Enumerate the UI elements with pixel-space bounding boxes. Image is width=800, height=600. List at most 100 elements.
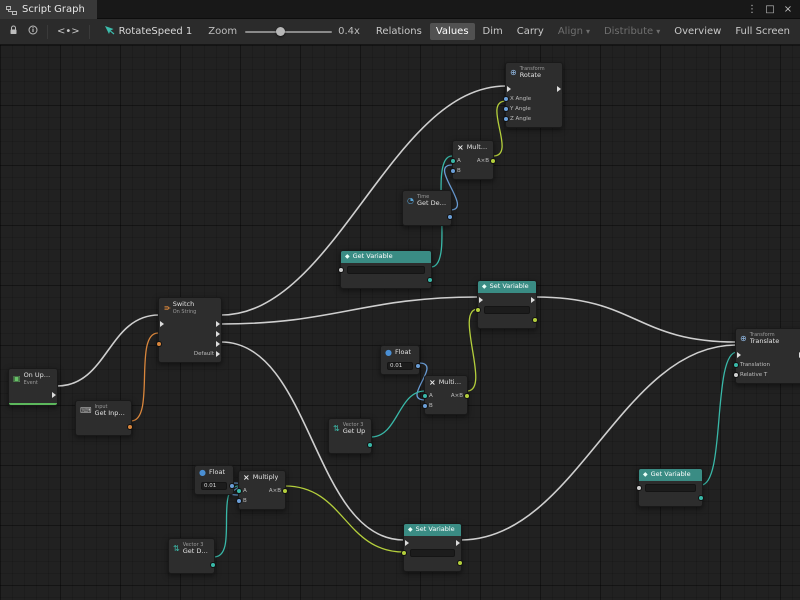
value-field[interactable] — [645, 484, 696, 492]
flow-port[interactable] — [52, 392, 56, 398]
flow-port[interactable] — [216, 341, 220, 347]
menu-icon[interactable]: ⋮ — [744, 4, 760, 15]
node-set-variable-mid[interactable]: ◆Set Variable — [477, 280, 537, 329]
lock-button[interactable] — [4, 22, 23, 41]
relations-button[interactable]: Relations — [370, 23, 428, 40]
values-button[interactable]: Values — [430, 23, 475, 40]
lime-port[interactable] — [479, 308, 481, 312]
x-angle-port[interactable]: X Angle — [507, 96, 531, 102]
a-b-port[interactable]: A×B — [477, 158, 492, 164]
zoom-slider-thumb[interactable] — [276, 27, 285, 36]
float-port[interactable] — [230, 484, 232, 488]
b-port[interactable]: B — [454, 168, 461, 174]
string-port[interactable] — [160, 342, 162, 346]
dim-button[interactable]: Dim — [477, 23, 509, 40]
port-row — [639, 493, 702, 503]
lime-port[interactable] — [405, 551, 407, 555]
node-float-mid[interactable]: ●Float0.01 — [380, 345, 420, 375]
value-field[interactable] — [484, 306, 530, 314]
y-angle-port[interactable]: Y Angle — [507, 106, 531, 112]
node-title: Translate — [750, 338, 780, 346]
flow-port[interactable] — [531, 297, 535, 303]
vector-port[interactable] — [368, 443, 370, 447]
float-port[interactable] — [416, 364, 418, 368]
value-field[interactable] — [347, 266, 425, 274]
port-label: A — [429, 393, 433, 399]
carry-button[interactable]: Carry — [511, 23, 550, 40]
node-rotate[interactable]: ⊕TransformRotateX AngleY AngleZ Angle — [505, 62, 563, 128]
node-multiply-bottom[interactable]: ×MultiplyAA×BB — [238, 470, 286, 510]
vector3-icon: ⇅ — [333, 425, 340, 433]
node-multiply-top[interactable]: ×MultiplyAA×BB — [452, 140, 494, 180]
default-port[interactable]: Default — [194, 351, 220, 357]
flow-port[interactable] — [216, 321, 220, 327]
vector-port-marker — [451, 159, 455, 163]
multiply-icon: × — [457, 144, 464, 152]
overview-button[interactable]: Overview — [668, 23, 727, 40]
a-port[interactable]: A — [454, 158, 461, 164]
flow-port[interactable] — [216, 331, 220, 337]
flow-port[interactable] — [479, 297, 483, 303]
flow-port[interactable] — [405, 540, 409, 546]
a-b-port[interactable]: A×B — [451, 393, 466, 399]
flow-port[interactable] — [737, 352, 741, 358]
monitor-icon: ▣ — [13, 375, 21, 383]
object-port-marker — [339, 268, 343, 272]
port-row — [159, 339, 221, 349]
node-translate[interactable]: ⊕TransformTranslateTranslationRelative T — [735, 328, 800, 384]
node-multiply-mid[interactable]: ×MultiplyAA×BB — [424, 375, 468, 415]
relative-t-port[interactable]: Relative T — [737, 372, 767, 378]
node-get-variable-top[interactable]: ◆Get Variable — [340, 250, 432, 289]
vector-port[interactable] — [699, 496, 701, 500]
object-port[interactable] — [640, 486, 642, 490]
lime-port[interactable] — [458, 561, 460, 565]
float-port-marker — [504, 107, 508, 111]
z-angle-port[interactable]: Z Angle — [507, 116, 531, 122]
vector-port[interactable] — [428, 278, 430, 282]
lime-port[interactable] — [533, 318, 535, 322]
align-button[interactable]: Align ▾ — [552, 23, 596, 40]
maximize-icon[interactable]: □ — [762, 4, 778, 15]
wire-vector — [701, 352, 737, 485]
full-screen-button[interactable]: Full Screen — [729, 23, 796, 40]
toolbar-separator — [89, 25, 90, 39]
port-row — [506, 84, 562, 94]
b-port[interactable]: B — [240, 498, 247, 504]
node-set-variable-bottom[interactable]: ◆Set Variable — [403, 523, 462, 572]
a-port[interactable]: A — [426, 393, 433, 399]
graph-canvas[interactable]: ⊕TransformRotateX AngleY AngleZ Angle×Mu… — [0, 45, 800, 600]
node-get-delta-time[interactable]: ◔TimeGet Delta Time — [402, 190, 452, 226]
info-button[interactable] — [23, 22, 43, 41]
value-field[interactable]: 0.01 — [201, 482, 227, 490]
graph-breadcrumb[interactable]: RotateSpeed 1 — [104, 25, 193, 38]
b-port[interactable]: B — [426, 403, 433, 409]
node-switch[interactable]: ⋔SwitchOn StringDefault — [158, 297, 222, 363]
object-port[interactable] — [342, 268, 344, 272]
object-port-marker — [637, 486, 641, 490]
string-port[interactable] — [128, 425, 130, 429]
node-on-update[interactable]: ▣On UpdateEvent — [8, 368, 58, 406]
vector-port[interactable] — [211, 563, 213, 567]
zoom-slider[interactable] — [245, 25, 332, 39]
float-port-marker — [504, 117, 508, 121]
value-field[interactable]: 0.01 — [387, 362, 413, 370]
node-get-input-string[interactable]: ⌨InputGet Input String — [75, 400, 132, 436]
float-port[interactable] — [448, 215, 450, 219]
close-icon[interactable]: × — [780, 4, 796, 15]
flow-port[interactable] — [456, 540, 460, 546]
translation-port[interactable]: Translation — [737, 362, 770, 368]
distribute-button[interactable]: Distribute ▾ — [598, 23, 666, 40]
node-vector3-get-down[interactable]: ⇅Vector 3Get Down — [168, 538, 215, 574]
flow-port[interactable] — [160, 321, 164, 327]
node-float-bottom[interactable]: ●Float0.01 — [194, 465, 234, 495]
a-port[interactable]: A — [240, 488, 247, 494]
node-get-variable-right[interactable]: ◆Get Variable — [638, 468, 703, 507]
code-button[interactable]: <•> — [52, 23, 85, 40]
window-tab[interactable]: Script Graph — [0, 0, 97, 19]
node-vector3-get-up[interactable]: ⇅Vector 3Get Up — [328, 418, 372, 454]
flow-port[interactable] — [507, 86, 511, 92]
value-field[interactable] — [410, 549, 455, 557]
flow-port[interactable] — [557, 86, 561, 92]
align-label: Align — [558, 26, 583, 37]
a-b-port[interactable]: A×B — [269, 488, 284, 494]
